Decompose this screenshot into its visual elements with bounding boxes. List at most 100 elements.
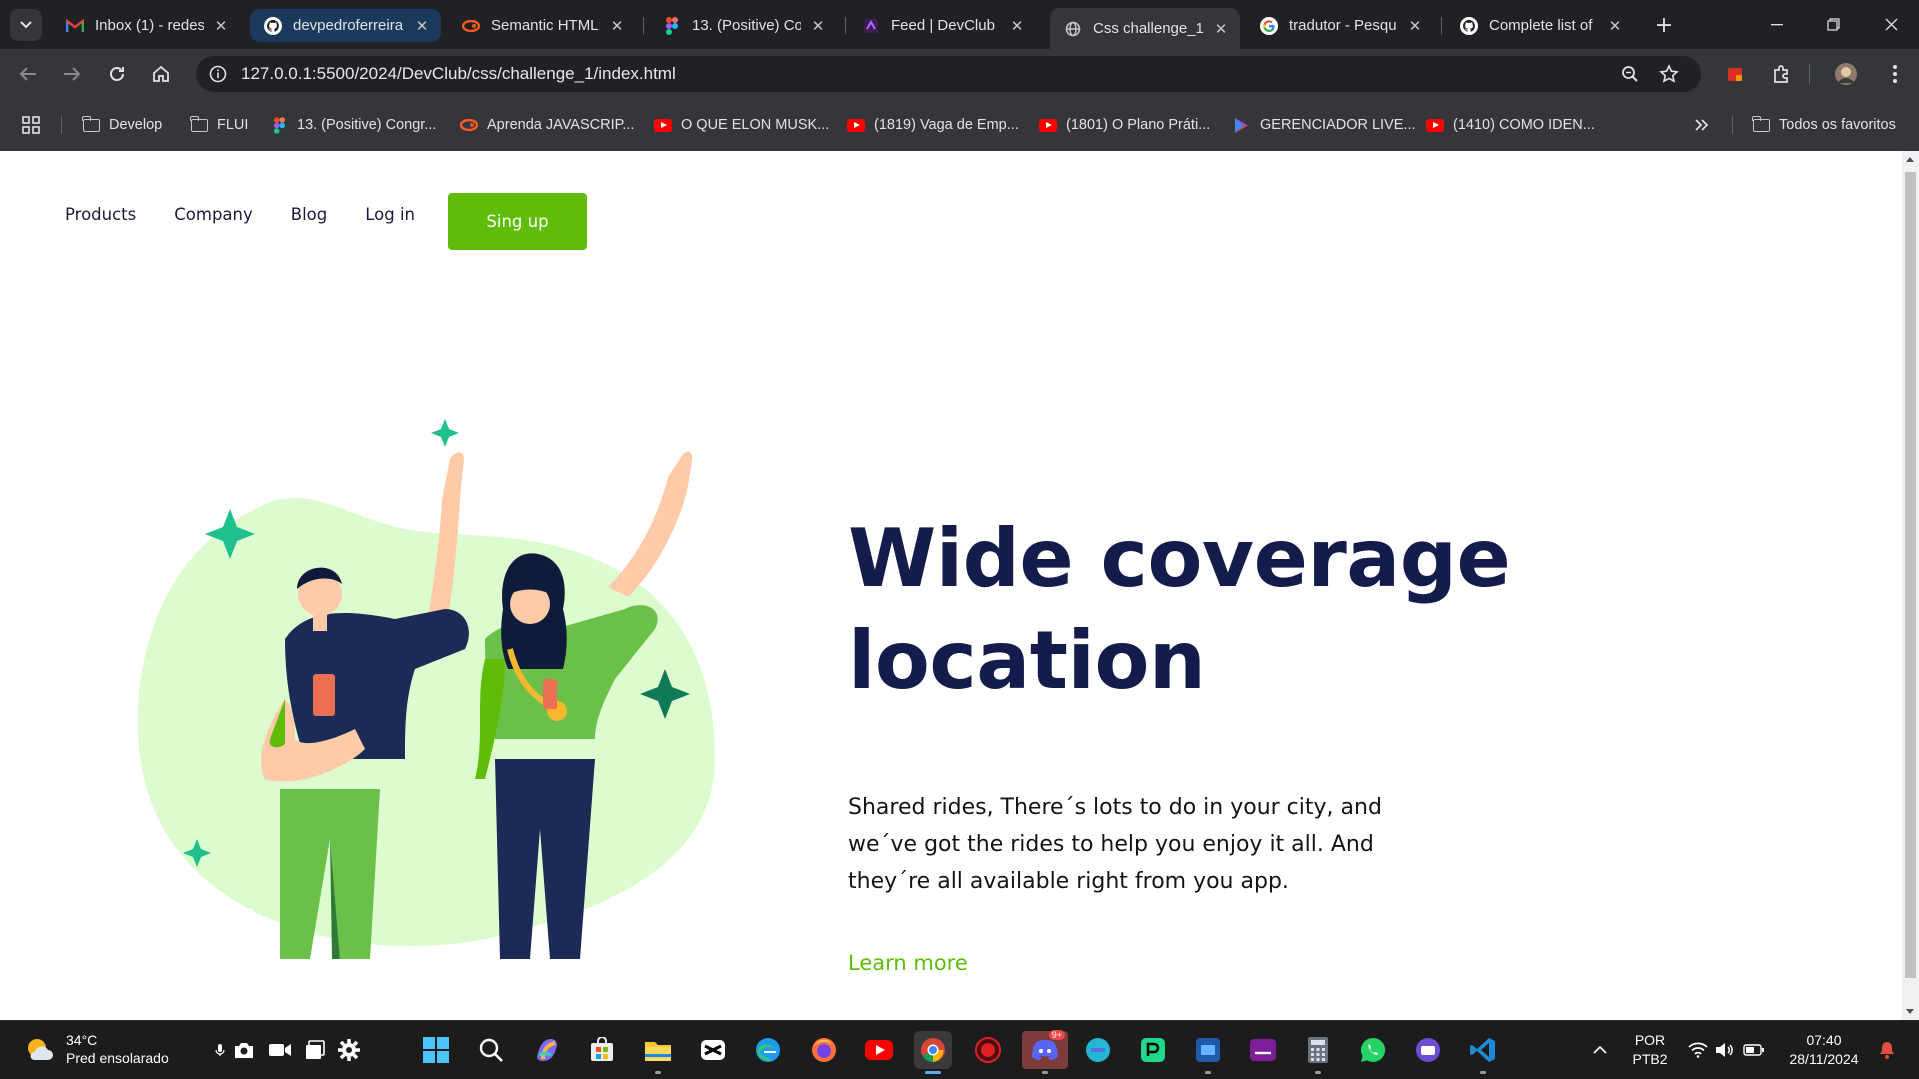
clock[interactable]: 07:40 28/11/2024	[1776, 1031, 1872, 1069]
bookmark-develop[interactable]: Develop	[81, 112, 162, 138]
nav-blog-link[interactable]: Blog	[291, 205, 327, 224]
page-scrollbar[interactable]	[1902, 151, 1919, 1020]
figma-icon	[663, 16, 681, 35]
forward-button[interactable]	[55, 57, 89, 91]
weather-widget[interactable]: 34°C Pred ensolarado	[24, 1031, 169, 1067]
pycharm-icon[interactable]	[1134, 1031, 1172, 1069]
edge-icon[interactable]	[749, 1031, 787, 1069]
tray-chevron-up-icon[interactable]	[1585, 1031, 1615, 1069]
tab-devclub[interactable]: Feed | DevClub ✕	[848, 9, 1036, 42]
apps-grid-button[interactable]	[22, 112, 40, 138]
vscode-icon[interactable]	[1464, 1031, 1502, 1074]
extension-icon[interactable]	[1719, 58, 1751, 90]
input-language[interactable]: POR PTB2	[1622, 1031, 1678, 1069]
tab-complete-list[interactable]: Complete list of ✕	[1446, 9, 1634, 42]
battery-icon[interactable]	[1741, 1031, 1767, 1069]
bookmark-youtube-como[interactable]: (1410) COMO IDEN...	[1426, 112, 1595, 138]
bookmark-youtube-elon[interactable]: O QUE ELON MUSK...	[654, 112, 829, 138]
calculator-icon[interactable]	[1299, 1031, 1337, 1074]
double-chevron-right-icon	[1695, 119, 1709, 131]
scroll-up-arrow-icon[interactable]	[1906, 157, 1914, 162]
iptv-icon[interactable]	[1409, 1031, 1447, 1069]
bookmark-gerenciador-live[interactable]: GERENCIADOR LIVE...	[1233, 112, 1416, 138]
nav-login-link[interactable]: Log in	[365, 205, 415, 224]
codecademy-icon	[462, 17, 480, 35]
scrollbar-thumb[interactable]	[1905, 172, 1916, 978]
microsoft-store-icon[interactable]	[583, 1031, 621, 1069]
close-icon[interactable]: ✕	[1406, 17, 1424, 35]
close-icon[interactable]: ✕	[1008, 17, 1026, 35]
learn-more-link[interactable]: Learn more	[848, 951, 968, 975]
tab-gmail[interactable]: Inbox (1) - redes ✕	[52, 9, 240, 42]
camera-icon[interactable]	[229, 1031, 259, 1069]
reload-button[interactable]	[100, 57, 134, 91]
site-info-icon[interactable]	[206, 62, 230, 86]
close-icon[interactable]: ✕	[809, 17, 827, 35]
copilot-icon[interactable]	[528, 1031, 566, 1069]
youtube-app-icon[interactable]	[860, 1031, 898, 1069]
firefox-icon[interactable]	[805, 1031, 843, 1069]
close-icon[interactable]: ✕	[212, 17, 230, 35]
tab-github-profile[interactable]: devpedroferreira ✕	[250, 9, 441, 42]
restore-button[interactable]	[1805, 0, 1861, 49]
gear-icon[interactable]	[333, 1031, 365, 1069]
ifood-icon[interactable]	[1244, 1031, 1282, 1069]
back-button[interactable]	[11, 57, 45, 91]
tab-semantic-html[interactable]: Semantic HTML: ✕	[448, 9, 636, 42]
nav-products-link[interactable]: Products	[65, 205, 136, 224]
video-camera-icon[interactable]	[265, 1031, 295, 1069]
tab-figma[interactable]: 13. (Positive) Cor ✕	[649, 9, 837, 42]
capcut-icon[interactable]	[694, 1031, 732, 1069]
bookmark-star-icon[interactable]	[1655, 60, 1683, 88]
file-explorer-icon[interactable]	[639, 1031, 677, 1074]
screens-icon[interactable]	[300, 1031, 330, 1069]
tab-google-tradutor[interactable]: tradutor - Pesqu ✕	[1246, 9, 1434, 42]
extensions-puzzle-icon[interactable]	[1765, 58, 1797, 90]
wifi-icon[interactable]	[1686, 1031, 1710, 1069]
page-viewport: Products Company Blog Log in Sing up Wid…	[0, 151, 1902, 1020]
gmail-icon	[66, 17, 84, 35]
bookmark-all-favorites[interactable]: Todos os favoritos	[1751, 112, 1896, 138]
volume-icon[interactable]	[1712, 1031, 1738, 1069]
windows-start-button[interactable]	[417, 1031, 455, 1069]
bookmark-label: (1410) COMO IDEN...	[1453, 117, 1595, 133]
app-tile-icon[interactable]	[1189, 1031, 1227, 1074]
whatsapp-icon[interactable]	[1354, 1031, 1392, 1069]
github-icon	[1460, 16, 1478, 35]
close-icon[interactable]: ✕	[608, 17, 626, 35]
bookmark-figma[interactable]: 13. (Positive) Congr...	[270, 112, 436, 138]
tab-title: Semantic HTML:	[491, 17, 600, 34]
bookmarks-overflow-button[interactable]	[1695, 112, 1709, 138]
new-tab-button[interactable]: +	[1651, 12, 1677, 38]
close-window-button[interactable]	[1863, 0, 1919, 49]
minimize-button[interactable]	[1749, 0, 1805, 49]
close-icon[interactable]: ✕	[1606, 17, 1624, 35]
signup-button[interactable]: Sing up	[448, 193, 587, 250]
close-icon[interactable]: ✕	[413, 17, 431, 35]
menu-kebab-icon[interactable]	[1879, 58, 1911, 90]
bookmark-youtube-plano[interactable]: (1801) O Plano Práti...	[1039, 112, 1210, 138]
hero-illustration	[137, 419, 715, 959]
chrome-icon[interactable]	[914, 1031, 952, 1074]
tab-css-challenge[interactable]: Css challenge_1 ✕	[1050, 8, 1240, 49]
tab-search-button[interactable]	[10, 9, 42, 41]
search-icon[interactable]	[472, 1031, 510, 1069]
zoom-icon[interactable]	[1618, 62, 1642, 86]
notification-bell-icon[interactable]	[1876, 1031, 1898, 1069]
nav-company-link[interactable]: Company	[174, 205, 253, 224]
record-icon[interactable]	[969, 1031, 1007, 1069]
discord-icon[interactable]: 9+	[1022, 1030, 1068, 1074]
bookmark-flui[interactable]: FLUI	[189, 112, 248, 138]
bookmark-youtube-vaga[interactable]: (1819) Vaga de Emp...	[847, 112, 1019, 138]
weather-temp: 34°C	[66, 1032, 98, 1048]
bookmark-aprenda-javascript[interactable]: Aprenda JAVASCRIP...	[460, 112, 635, 138]
canva-icon[interactable]	[1079, 1031, 1117, 1069]
profile-avatar[interactable]	[1830, 58, 1862, 90]
address-bar[interactable]: 127.0.0.1:5500/2024/DevClub/css/challeng…	[196, 56, 1701, 92]
reload-icon	[110, 67, 124, 81]
home-button[interactable]	[144, 57, 178, 91]
close-icon[interactable]: ✕	[1212, 20, 1230, 38]
scroll-down-arrow-icon[interactable]	[1906, 1009, 1914, 1014]
tab-strip: Inbox (1) - redes ✕ devpedroferreira ✕ S…	[0, 0, 1919, 49]
tab-title: 13. (Positive) Cor	[692, 17, 801, 34]
